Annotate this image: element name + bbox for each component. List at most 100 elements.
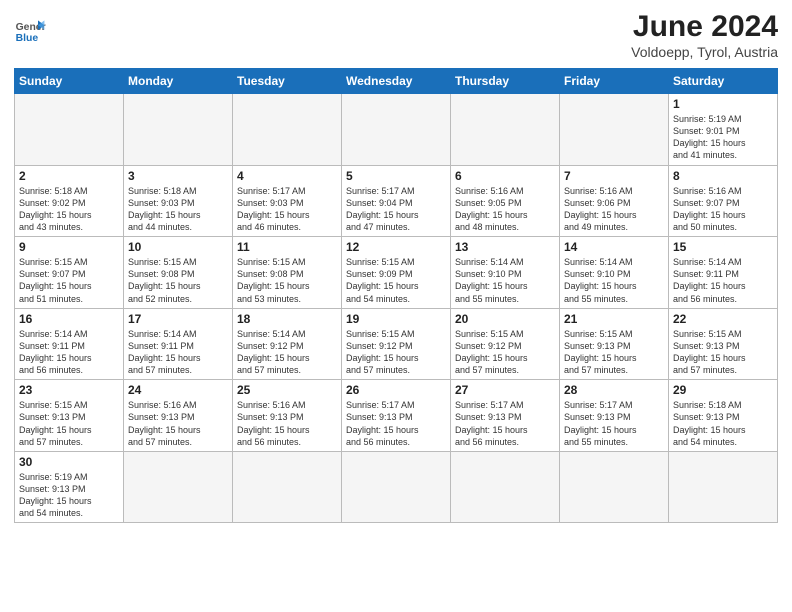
day-number: 5 <box>346 169 446 183</box>
day-number: 20 <box>455 312 555 326</box>
calendar-cell: 27 Sunrise: 5:17 AM Sunset: 9:13 PM Dayli… <box>451 380 560 452</box>
day-number: 8 <box>673 169 773 183</box>
day-info: Sunrise: 5:14 AM Sunset: 9:11 PM Dayligh… <box>673 256 773 305</box>
weekday-header-monday: Monday <box>124 69 233 94</box>
day-info: Sunrise: 5:16 AM Sunset: 9:13 PM Dayligh… <box>128 399 228 448</box>
day-info: Sunrise: 5:15 AM Sunset: 9:09 PM Dayligh… <box>346 256 446 305</box>
day-number: 10 <box>128 240 228 254</box>
calendar-cell: 24 Sunrise: 5:16 AM Sunset: 9:13 PM Dayli… <box>124 380 233 452</box>
calendar-cell: 11 Sunrise: 5:15 AM Sunset: 9:08 PM Dayli… <box>233 237 342 309</box>
day-number: 7 <box>564 169 664 183</box>
weekday-header-thursday: Thursday <box>451 69 560 94</box>
calendar-cell: 7 Sunrise: 5:16 AM Sunset: 9:06 PM Daylig… <box>560 165 669 237</box>
logo: General Blue <box>14 14 46 46</box>
weekday-header-friday: Friday <box>560 69 669 94</box>
day-number: 17 <box>128 312 228 326</box>
calendar-cell <box>451 451 560 523</box>
day-number: 26 <box>346 383 446 397</box>
calendar-cell <box>15 94 124 166</box>
calendar-week-row: 9 Sunrise: 5:15 AM Sunset: 9:07 PM Daylig… <box>15 237 778 309</box>
calendar-cell <box>342 451 451 523</box>
calendar-week-row: 23 Sunrise: 5:15 AM Sunset: 9:13 PM Dayli… <box>15 380 778 452</box>
calendar-cell: 23 Sunrise: 5:15 AM Sunset: 9:13 PM Dayli… <box>15 380 124 452</box>
page-header: General Blue June 2024 Voldoepp, Tyrol, … <box>14 10 778 60</box>
calendar-cell: 14 Sunrise: 5:14 AM Sunset: 9:10 PM Dayli… <box>560 237 669 309</box>
calendar-cell: 29Sunrise: 5:18 AM Sunset: 9:13 PM Dayli… <box>669 380 778 452</box>
day-number: 29 <box>673 383 773 397</box>
calendar-week-row: 16Sunrise: 5:14 AM Sunset: 9:11 PM Dayli… <box>15 308 778 380</box>
calendar-cell: 12Sunrise: 5:15 AM Sunset: 9:09 PM Dayli… <box>342 237 451 309</box>
day-info: Sunrise: 5:15 AM Sunset: 9:13 PM Dayligh… <box>19 399 119 448</box>
day-number: 25 <box>237 383 337 397</box>
day-info: Sunrise: 5:14 AM Sunset: 9:11 PM Dayligh… <box>19 328 119 377</box>
day-number: 30 <box>19 455 119 469</box>
calendar-week-row: 30Sunrise: 5:19 AM Sunset: 9:13 PM Dayli… <box>15 451 778 523</box>
calendar-cell <box>342 94 451 166</box>
day-number: 27 <box>455 383 555 397</box>
weekday-header-saturday: Saturday <box>669 69 778 94</box>
day-info: Sunrise: 5:15 AM Sunset: 9:07 PM Dayligh… <box>19 256 119 305</box>
day-info: Sunrise: 5:14 AM Sunset: 9:12 PM Dayligh… <box>237 328 337 377</box>
calendar-cell <box>233 94 342 166</box>
logo-icon: General Blue <box>14 14 46 46</box>
calendar-cell: 17Sunrise: 5:14 AM Sunset: 9:11 PM Dayli… <box>124 308 233 380</box>
calendar-cell <box>669 451 778 523</box>
day-number: 11 <box>237 240 337 254</box>
weekday-header-sunday: Sunday <box>15 69 124 94</box>
day-number: 15 <box>673 240 773 254</box>
calendar-cell: 21 Sunrise: 5:15 AM Sunset: 9:13 PM Dayli… <box>560 308 669 380</box>
day-number: 23 <box>19 383 119 397</box>
day-info: Sunrise: 5:17 AM Sunset: 9:13 PM Dayligh… <box>564 399 664 448</box>
calendar-cell: 10Sunrise: 5:15 AM Sunset: 9:08 PM Dayli… <box>124 237 233 309</box>
day-number: 24 <box>128 383 228 397</box>
day-info: Sunrise: 5:17 AM Sunset: 9:04 PM Dayligh… <box>346 185 446 234</box>
day-number: 28 <box>564 383 664 397</box>
day-info: Sunrise: 5:16 AM Sunset: 9:06 PM Dayligh… <box>564 185 664 234</box>
calendar-cell: 15 Sunrise: 5:14 AM Sunset: 9:11 PM Dayli… <box>669 237 778 309</box>
day-info: Sunrise: 5:14 AM Sunset: 9:10 PM Dayligh… <box>564 256 664 305</box>
calendar-cell <box>560 451 669 523</box>
calendar-week-row: 1Sunrise: 5:19 AM Sunset: 9:01 PM Daylig… <box>15 94 778 166</box>
calendar-title: June 2024 <box>631 10 778 44</box>
day-number: 9 <box>19 240 119 254</box>
day-info: Sunrise: 5:19 AM Sunset: 9:01 PM Dayligh… <box>673 113 773 162</box>
calendar-cell: 20Sunrise: 5:15 AM Sunset: 9:12 PM Dayli… <box>451 308 560 380</box>
calendar-subtitle: Voldoepp, Tyrol, Austria <box>631 44 778 60</box>
day-number: 14 <box>564 240 664 254</box>
calendar-cell: 22Sunrise: 5:15 AM Sunset: 9:13 PM Dayli… <box>669 308 778 380</box>
day-info: Sunrise: 5:17 AM Sunset: 9:13 PM Dayligh… <box>346 399 446 448</box>
day-number: 13 <box>455 240 555 254</box>
calendar-cell: 8 Sunrise: 5:16 AM Sunset: 9:07 PM Daylig… <box>669 165 778 237</box>
day-info: Sunrise: 5:16 AM Sunset: 9:05 PM Dayligh… <box>455 185 555 234</box>
day-number: 19 <box>346 312 446 326</box>
day-info: Sunrise: 5:15 AM Sunset: 9:08 PM Dayligh… <box>237 256 337 305</box>
calendar-cell: 26 Sunrise: 5:17 AM Sunset: 9:13 PM Dayli… <box>342 380 451 452</box>
calendar-cell: 28 Sunrise: 5:17 AM Sunset: 9:13 PM Dayli… <box>560 380 669 452</box>
day-number: 6 <box>455 169 555 183</box>
calendar-cell <box>560 94 669 166</box>
calendar-cell: 30Sunrise: 5:19 AM Sunset: 9:13 PM Dayli… <box>15 451 124 523</box>
day-number: 18 <box>237 312 337 326</box>
calendar-cell <box>451 94 560 166</box>
weekday-header-wednesday: Wednesday <box>342 69 451 94</box>
day-info: Sunrise: 5:16 AM Sunset: 9:07 PM Dayligh… <box>673 185 773 234</box>
day-info: Sunrise: 5:18 AM Sunset: 9:03 PM Dayligh… <box>128 185 228 234</box>
calendar-cell: 3 Sunrise: 5:18 AM Sunset: 9:03 PM Daylig… <box>124 165 233 237</box>
day-info: Sunrise: 5:15 AM Sunset: 9:13 PM Dayligh… <box>564 328 664 377</box>
calendar-cell <box>233 451 342 523</box>
calendar-cell: 2Sunrise: 5:18 AM Sunset: 9:02 PM Daylig… <box>15 165 124 237</box>
calendar-cell <box>124 451 233 523</box>
day-number: 21 <box>564 312 664 326</box>
day-info: Sunrise: 5:18 AM Sunset: 9:02 PM Dayligh… <box>19 185 119 234</box>
calendar-cell: 19Sunrise: 5:15 AM Sunset: 9:12 PM Dayli… <box>342 308 451 380</box>
day-number: 3 <box>128 169 228 183</box>
title-block: June 2024 Voldoepp, Tyrol, Austria <box>631 10 778 60</box>
calendar-cell: 5 Sunrise: 5:17 AM Sunset: 9:04 PM Daylig… <box>342 165 451 237</box>
calendar-cell: 18 Sunrise: 5:14 AM Sunset: 9:12 PM Dayli… <box>233 308 342 380</box>
weekday-header-row: SundayMondayTuesdayWednesdayThursdayFrid… <box>15 69 778 94</box>
day-info: Sunrise: 5:17 AM Sunset: 9:13 PM Dayligh… <box>455 399 555 448</box>
calendar-cell: 13Sunrise: 5:14 AM Sunset: 9:10 PM Dayli… <box>451 237 560 309</box>
day-number: 4 <box>237 169 337 183</box>
calendar-cell: 4Sunrise: 5:17 AM Sunset: 9:03 PM Daylig… <box>233 165 342 237</box>
calendar-cell: 1Sunrise: 5:19 AM Sunset: 9:01 PM Daylig… <box>669 94 778 166</box>
